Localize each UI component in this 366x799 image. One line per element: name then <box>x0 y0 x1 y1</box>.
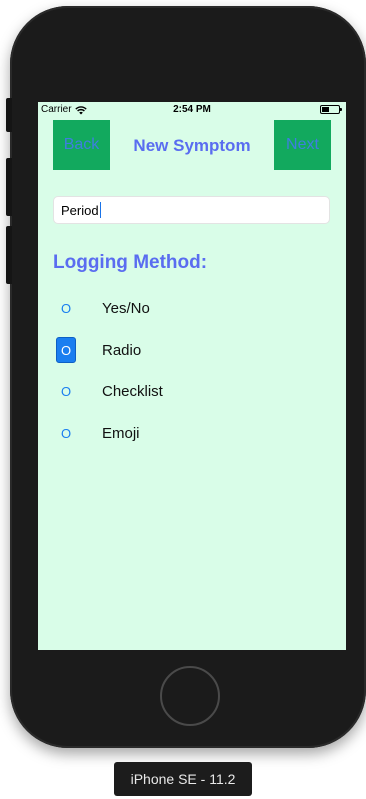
option-label-checklist: Checklist <box>102 382 163 400</box>
option-label-emoji: Emoji <box>102 424 140 442</box>
symptom-name-value: Period <box>61 202 99 218</box>
radio-mark-yes-no[interactable]: O <box>56 295 76 321</box>
volume-up-button <box>6 158 12 216</box>
option-label-radio: Radio <box>102 341 142 359</box>
mute-switch <box>6 98 12 132</box>
option-emoji[interactable]: O Emoji <box>56 420 316 446</box>
option-yes-no[interactable]: O Yes/No <box>56 295 316 321</box>
status-bar: Carrier 2:54 PM <box>38 102 346 118</box>
symptom-name-input[interactable]: Period <box>53 196 330 224</box>
radio-mark-radio[interactable]: O <box>56 337 76 363</box>
status-time: 2:54 PM <box>173 104 211 115</box>
radio-mark-emoji[interactable]: O <box>56 420 76 446</box>
text-caret <box>99 202 101 218</box>
simulator-stage: Carrier 2:54 PM Back New Symptom Next Pe… <box>0 0 366 799</box>
battery-icon <box>320 105 342 114</box>
home-button[interactable] <box>160 666 220 726</box>
option-radio[interactable]: O Radio <box>56 337 316 363</box>
option-checklist[interactable]: O Checklist <box>56 378 316 404</box>
radio-mark-checklist[interactable]: O <box>56 378 76 404</box>
app-screen: Carrier 2:54 PM Back New Symptom Next Pe… <box>38 102 346 650</box>
volume-down-button <box>6 226 12 284</box>
option-label-yes-no: Yes/No <box>102 299 150 317</box>
logging-method-heading: Logging Method: <box>53 252 208 273</box>
simulator-device-label: iPhone SE - 11.2 <box>114 762 252 796</box>
next-button[interactable]: Next <box>274 120 331 170</box>
